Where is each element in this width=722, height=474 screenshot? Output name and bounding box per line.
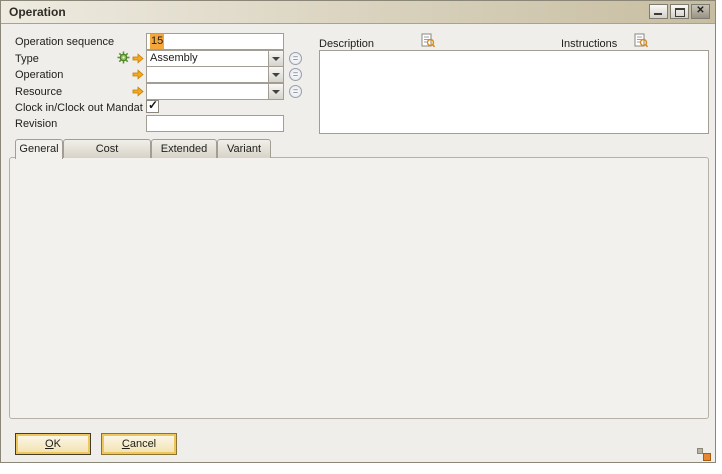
- close-button[interactable]: [691, 4, 710, 19]
- operation-label: Operation: [15, 69, 63, 81]
- dropdown-arrow-icon[interactable]: [268, 84, 283, 99]
- tab-extended[interactable]: Extended: [151, 139, 217, 158]
- selected-text: 15: [150, 34, 164, 49]
- link-arrow-icon[interactable]: [132, 53, 144, 64]
- link-arrow-icon[interactable]: [132, 69, 144, 80]
- operation-sequence-input[interactable]: 15: [146, 33, 284, 50]
- dropdown-arrow-icon[interactable]: [268, 51, 283, 66]
- tab-general[interactable]: General: [15, 139, 63, 159]
- maximize-button[interactable]: [670, 4, 689, 19]
- minimize-button[interactable]: [649, 4, 668, 19]
- resize-grip-icon[interactable]: [697, 448, 711, 461]
- gear-icon[interactable]: [117, 51, 130, 64]
- title-bar[interactable]: Operation: [1, 1, 715, 24]
- description-textarea[interactable]: [319, 50, 709, 134]
- window-title: Operation: [9, 5, 66, 19]
- instructions-label: Instructions: [561, 38, 617, 50]
- general-tab-panel: [9, 157, 709, 419]
- clock-in-out-label: Clock in/Clock out Mandat: [15, 102, 143, 114]
- link-arrow-icon[interactable]: [132, 86, 144, 97]
- operation-dialog: Operation Operation sequence 15 Type Ass…: [0, 0, 716, 463]
- operation-sequence-label: Operation sequence: [15, 36, 114, 48]
- description-label: Description: [319, 38, 374, 50]
- cancel-button[interactable]: Cancel: [101, 433, 177, 455]
- revision-input[interactable]: [146, 115, 284, 132]
- resource-select[interactable]: [146, 83, 284, 100]
- choose-from-list-icon[interactable]: [289, 52, 302, 65]
- resource-label: Resource: [15, 86, 62, 98]
- ok-button[interactable]: OK: [15, 433, 91, 455]
- dropdown-arrow-icon[interactable]: [268, 67, 283, 82]
- type-select-value: Assembly: [150, 52, 267, 64]
- operation-select[interactable]: [146, 66, 284, 83]
- tab-variant[interactable]: Variant: [217, 139, 271, 158]
- type-label: Type: [15, 53, 39, 65]
- text-editor-icon[interactable]: [634, 33, 648, 48]
- tab-cost[interactable]: Cost: [63, 139, 151, 158]
- choose-from-list-icon[interactable]: [289, 85, 302, 98]
- revision-label: Revision: [15, 118, 57, 130]
- choose-from-list-icon[interactable]: [289, 68, 302, 81]
- text-editor-icon[interactable]: [421, 33, 435, 48]
- clock-in-out-checkbox[interactable]: [146, 100, 159, 113]
- type-select[interactable]: Assembly: [146, 50, 284, 67]
